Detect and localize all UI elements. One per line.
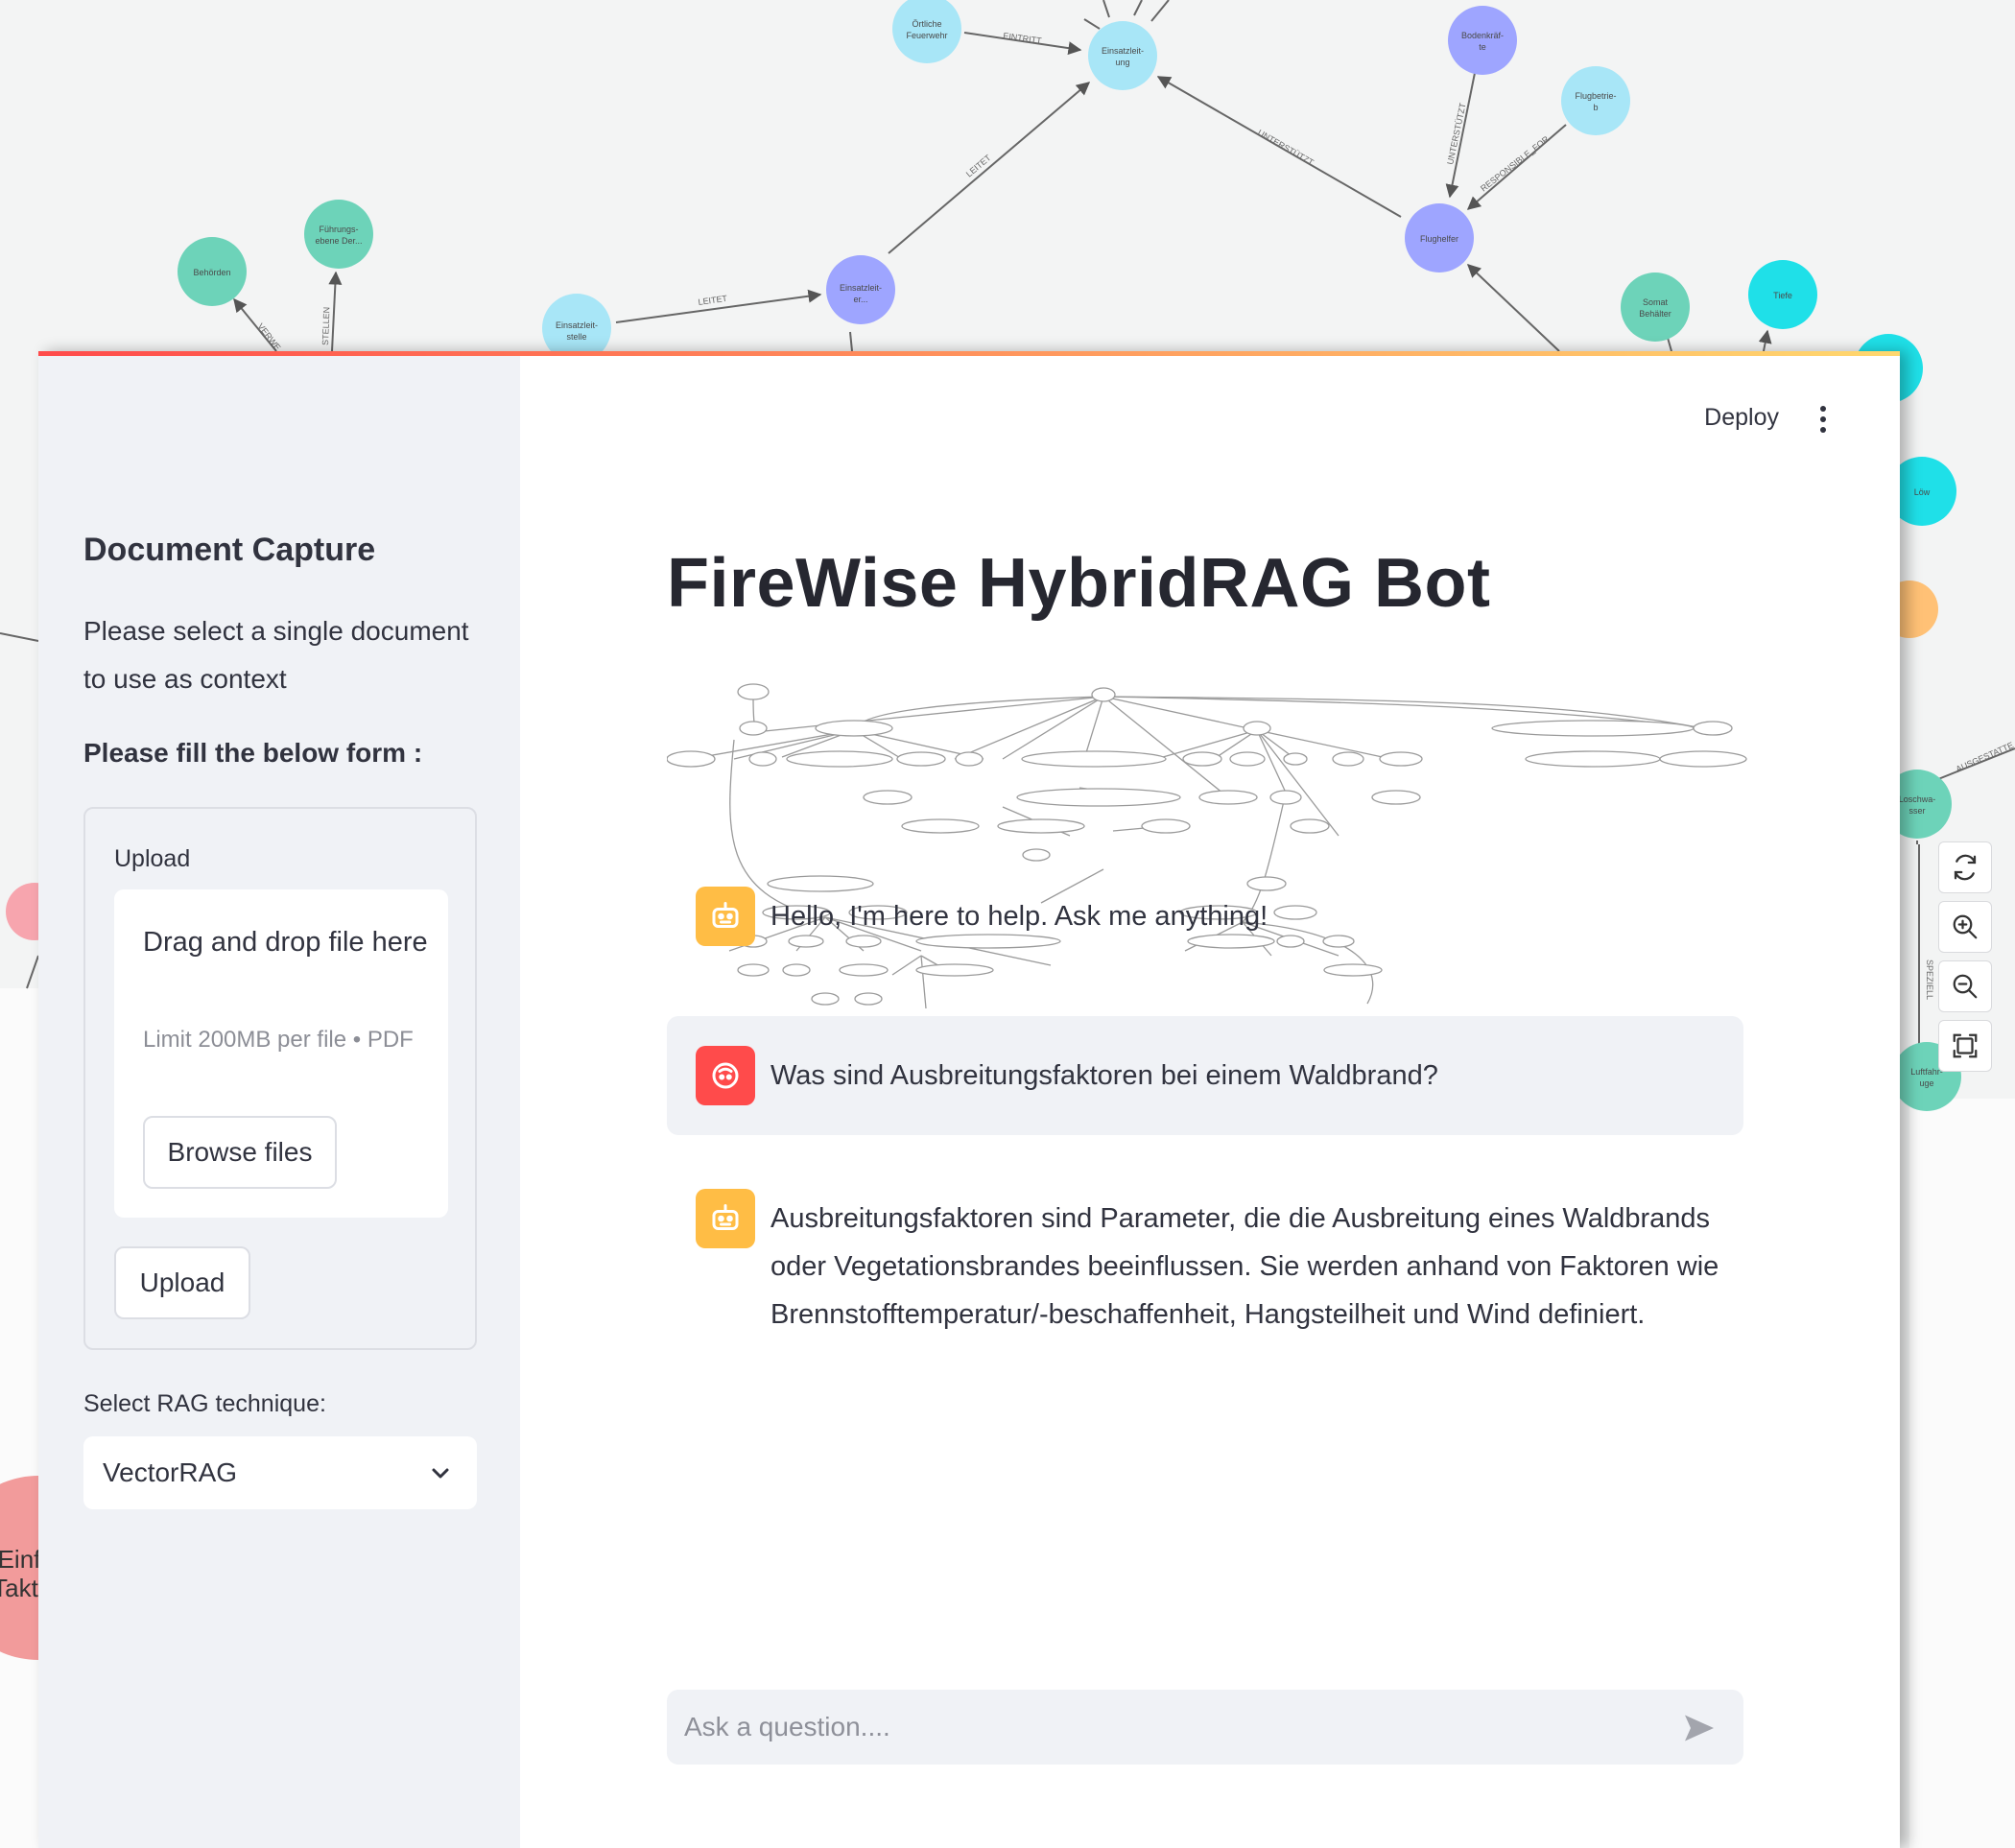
message-text: Hello, I'm here to help. Ask me anything… xyxy=(770,901,1268,932)
more-vertical-icon[interactable] xyxy=(1812,404,1835,435)
node-label: uge xyxy=(1919,1078,1933,1088)
node-label: Einsatzleit- xyxy=(556,320,598,330)
node-label: Feuerwehr xyxy=(906,31,947,40)
robot-icon xyxy=(712,902,739,928)
graph-node[interactable] xyxy=(304,200,373,269)
sidebar: Document Capture Please select a single … xyxy=(38,356,520,1848)
zoom-in-icon xyxy=(1953,914,1978,939)
chat-input-box xyxy=(667,1690,1743,1765)
form-title: Please fill the below form : xyxy=(83,738,423,768)
edge-label: STELLEN xyxy=(320,307,331,345)
edge-label: LEITET xyxy=(698,294,728,307)
rag-technique-select[interactable]: VectorRAG xyxy=(83,1436,477,1509)
bot-avatar xyxy=(696,887,755,946)
node-label: Flugbetrie- xyxy=(1575,91,1616,101)
upload-button[interactable]: Upload xyxy=(114,1246,250,1319)
upload-label: Upload xyxy=(114,845,191,872)
edge-label: LEITET xyxy=(964,153,993,179)
sidebar-description: Please select a single document to use a… xyxy=(83,616,469,694)
node-label: Loschwa- xyxy=(1899,794,1936,804)
upload-form: Upload Drag and drop file here Limit 200… xyxy=(83,807,477,1350)
send-icon[interactable] xyxy=(1682,1711,1717,1745)
page-title: FireWise HybridRAG Bot xyxy=(667,545,1491,622)
node-label: Einsatzleit- xyxy=(1102,46,1144,56)
edge-label: SPEZIELL xyxy=(1925,960,1934,1000)
app-window: Document Capture Please select a single … xyxy=(38,351,1900,1848)
chat-message-user: Was sind Ausbreitungsfaktoren bei einem … xyxy=(667,1016,1743,1135)
fit-view-icon xyxy=(1953,1033,1978,1058)
dropzone-limit: Limit 200MB per file • PDF xyxy=(143,1027,414,1053)
chat-message-assistant: Ausbreitungsfaktoren sind Parameter, die… xyxy=(667,1172,1743,1354)
node-label: ebene Der... xyxy=(315,236,362,246)
edge-label: RESPONSIBLE_FOR xyxy=(1479,134,1552,194)
node-label: Behörden xyxy=(193,268,230,277)
graph-node[interactable] xyxy=(1561,66,1630,135)
node-label: stelle xyxy=(566,332,586,342)
file-dropzone[interactable]: Drag and drop file here Limit 200MB per … xyxy=(114,889,448,1218)
edge-label: UNTERSTÜTZT xyxy=(1445,102,1468,166)
edge-label: UNTERSTÜTZT xyxy=(1256,128,1316,168)
deploy-button[interactable]: Deploy xyxy=(1704,404,1779,432)
node-label: Takt xyxy=(0,1574,39,1602)
node-label: te xyxy=(1479,42,1486,52)
graph-toolbar xyxy=(1938,841,1996,1072)
chat-message-assistant: Hello, I'm here to help. Ask me anything… xyxy=(667,869,1743,965)
edge-label: AUSGESTATTE xyxy=(1955,740,2015,773)
node-label: Einf xyxy=(0,1545,41,1574)
rag-select-label: Select RAG technique: xyxy=(83,1390,326,1417)
edge-label: EINTRITT xyxy=(1003,31,1043,46)
browse-files-button[interactable]: Browse files xyxy=(143,1116,337,1189)
node-label: er... xyxy=(853,295,867,304)
graph-node[interactable] xyxy=(1448,6,1517,75)
chevron-down-icon xyxy=(432,1468,449,1479)
graph-refresh-button[interactable] xyxy=(1938,841,1992,893)
node-label: ung xyxy=(1115,58,1129,67)
user-avatar xyxy=(696,1046,755,1105)
robot-icon xyxy=(712,1204,739,1230)
node-label: sser xyxy=(1908,806,1925,816)
node-label: b xyxy=(1593,103,1598,112)
node-label: Somat xyxy=(1643,297,1669,307)
sidebar-title: Document Capture xyxy=(83,532,376,568)
rag-select-value: VectorRAG xyxy=(103,1457,238,1487)
node-label: Behälter xyxy=(1639,309,1671,319)
refresh-icon xyxy=(1954,854,1977,881)
graph-node[interactable] xyxy=(1088,21,1157,90)
node-label: Löw xyxy=(1914,487,1931,497)
edge-label: VERWE xyxy=(255,321,282,352)
graph-node[interactable] xyxy=(1621,272,1690,342)
node-label: Örtliche xyxy=(912,19,941,29)
user-face-icon xyxy=(712,1062,739,1089)
node-label: Flughelfer xyxy=(1420,234,1458,244)
node-label: Bodenkräf- xyxy=(1461,31,1504,40)
node-label: Führungs- xyxy=(319,225,358,234)
node-label: Einsatzleit- xyxy=(840,283,882,293)
bot-avatar xyxy=(696,1189,755,1248)
zoom-out-icon xyxy=(1953,974,1978,999)
chat-input[interactable] xyxy=(684,1703,1644,1751)
graph-fit-button[interactable] xyxy=(1938,1020,1992,1072)
message-text: Ausbreitungsfaktoren sind Parameter, die… xyxy=(770,1203,1719,1330)
dropzone-text: Drag and drop file here xyxy=(143,927,428,958)
message-text: Was sind Ausbreitungsfaktoren bei einem … xyxy=(770,1060,1438,1091)
main-content: Deploy FireWise HybridRAG Bot Hello, I'm… xyxy=(520,356,1900,1848)
node-label: Tiefe xyxy=(1773,291,1792,300)
graph-zoom-in-button[interactable] xyxy=(1938,901,1992,953)
graph-zoom-out-button[interactable] xyxy=(1938,960,1992,1012)
